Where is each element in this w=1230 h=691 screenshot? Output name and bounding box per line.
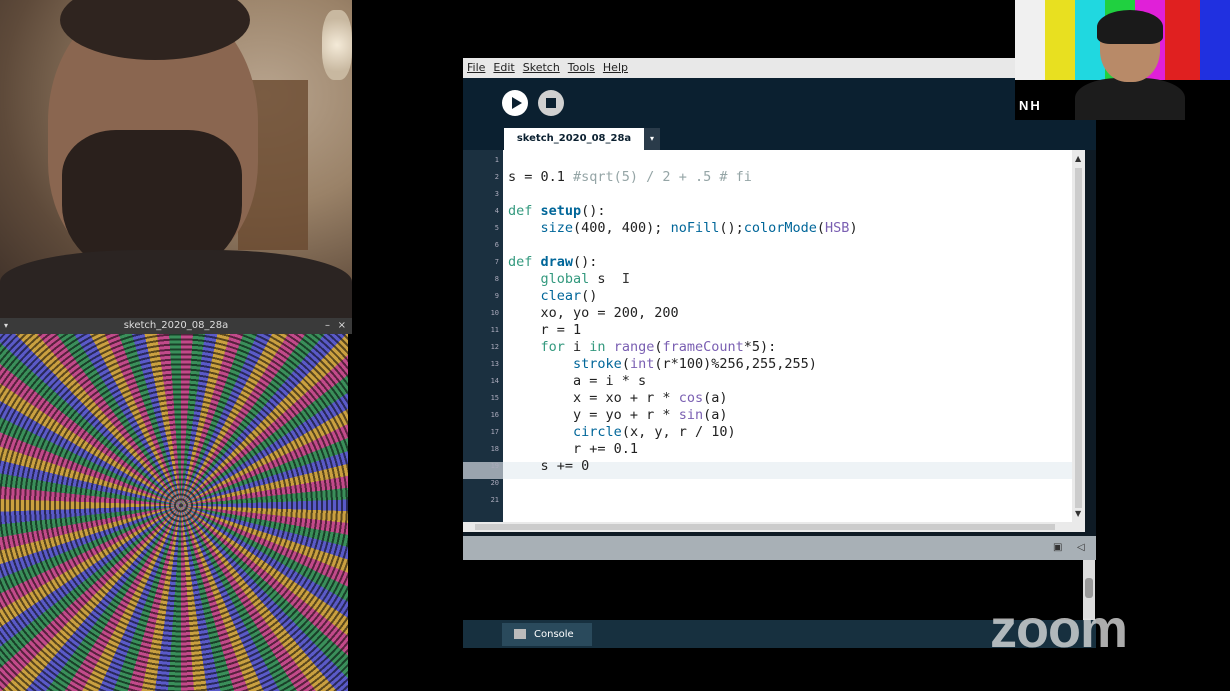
menu-bar: File Edit Sketch Tools Help: [463, 58, 1096, 78]
line-number: 12: [490, 343, 499, 351]
scroll-down-icon[interactable]: ▼: [1075, 509, 1081, 518]
webcam-participant: NH: [1015, 0, 1230, 120]
sketch-window-titlebar[interactable]: ▾ sketch_2020_08_28a – ×: [0, 318, 352, 334]
line-number: 19: [490, 462, 499, 470]
menu-tools[interactable]: Tools: [564, 58, 599, 74]
line-number: 7: [494, 258, 499, 266]
run-button[interactable]: [502, 90, 528, 116]
stop-button[interactable]: [538, 90, 564, 116]
console-tab[interactable]: Console: [502, 623, 592, 646]
presenter-shirt: [0, 250, 352, 318]
color-bar: [1165, 0, 1200, 80]
code-line-4: def setup():: [508, 203, 606, 219]
toolbar: [463, 78, 1096, 132]
line-number: 16: [490, 411, 499, 419]
status-bar: ▣ ◁: [463, 536, 1096, 560]
code-line-11: r = 1: [508, 322, 582, 338]
code-line-5: size(400, 400); noFill();colorMode(HSB): [540, 220, 858, 236]
scroll-thumb[interactable]: [1075, 168, 1082, 508]
collapse-icon[interactable]: ◁: [1077, 542, 1085, 553]
sketch-window-title: sketch_2020_08_28a: [123, 320, 229, 331]
line-number: 21: [490, 496, 499, 504]
line-number: 1: [494, 156, 499, 164]
color-bar: [1045, 0, 1075, 80]
line-number: 20: [490, 479, 499, 487]
menu-file[interactable]: File: [463, 58, 489, 74]
menu-help[interactable]: Help: [599, 58, 632, 74]
line-number: 9: [494, 292, 499, 300]
participant-body: [1075, 78, 1185, 120]
line-number: 13: [490, 360, 499, 368]
color-bar: [1200, 0, 1230, 80]
close-icon[interactable]: ×: [338, 318, 346, 334]
code-line-15: x = xo + r * cos(a): [508, 390, 728, 406]
code-line-19: s += 0: [508, 458, 590, 474]
tab-menu-icon[interactable]: ▾: [644, 128, 660, 150]
editor-horizontal-scrollbar[interactable]: [463, 522, 1085, 532]
lamp: [322, 10, 352, 80]
line-number: 4: [494, 207, 499, 215]
hscroll-thumb[interactable]: [475, 524, 1055, 530]
code-line-18: r += 0.1: [508, 441, 639, 457]
code-line-2: s = 0.1 #sqrt(5) / 2 + .5 # fi: [508, 169, 752, 185]
window-menu-icon[interactable]: ▾: [4, 318, 8, 334]
sketch-output-window: ▾ sketch_2020_08_28a – ×: [0, 318, 352, 691]
tab-bar: sketch_2020_08_28a ▾: [463, 128, 1096, 150]
tab-sketch[interactable]: sketch_2020_08_28a: [504, 128, 644, 150]
editor-vertical-scrollbar[interactable]: ▲ ▼: [1072, 150, 1085, 522]
line-number: 11: [490, 326, 499, 334]
status-icon[interactable]: ▣: [1053, 542, 1062, 553]
code-line-17: circle(x, y, r / 10): [573, 424, 736, 440]
sketch-canvas-spiral: [0, 334, 348, 691]
menu-sketch[interactable]: Sketch: [519, 58, 564, 74]
line-number: 6: [494, 241, 499, 249]
code-line-10: xo, yo = 200, 200: [508, 305, 679, 321]
line-number: 5: [494, 224, 499, 232]
webcam-presenter: [0, 0, 352, 318]
line-number: 10: [490, 309, 499, 317]
minimize-icon[interactable]: –: [325, 318, 330, 334]
line-number: 8: [494, 275, 499, 283]
line-number: 14: [490, 377, 499, 385]
code-line-8: global s I: [540, 271, 630, 287]
participant-hair: [1097, 10, 1163, 44]
menu-edit[interactable]: Edit: [489, 58, 518, 74]
console-tab-label: Console: [534, 629, 574, 640]
line-number: 17: [490, 428, 499, 436]
scroll-up-icon[interactable]: ▲: [1075, 154, 1081, 163]
code-line-16: y = yo + r * sin(a): [508, 407, 728, 423]
code-line-7: def draw():: [508, 254, 598, 270]
code-line-9: clear(): [540, 288, 598, 304]
code-line-12: for i in range(frameCount*5):: [540, 339, 777, 355]
code-line-14: a = i * s: [508, 373, 647, 389]
console-icon: [514, 629, 526, 639]
line-number: 18: [490, 445, 499, 453]
code-line-13: stroke(int(r*100)%256,255,255): [573, 356, 817, 372]
participant-name-label: NH: [1019, 98, 1042, 113]
code-editor[interactable]: 1 2 3 4 5 6 7 8 9 10 11 12 13 14 15 16 17 18 19 20 21 s = 0.…: [463, 150, 1085, 522]
line-number: 15: [490, 394, 499, 402]
zoom-logo: zoom: [990, 599, 1128, 659]
line-number: 3: [494, 190, 499, 198]
console-scroll-thumb[interactable]: [1085, 578, 1093, 598]
processing-ide: File Edit Sketch Tools Help sketch_2020_08_2…: [463, 58, 1096, 648]
color-bar: [1015, 0, 1045, 80]
line-number: 2: [494, 173, 499, 181]
